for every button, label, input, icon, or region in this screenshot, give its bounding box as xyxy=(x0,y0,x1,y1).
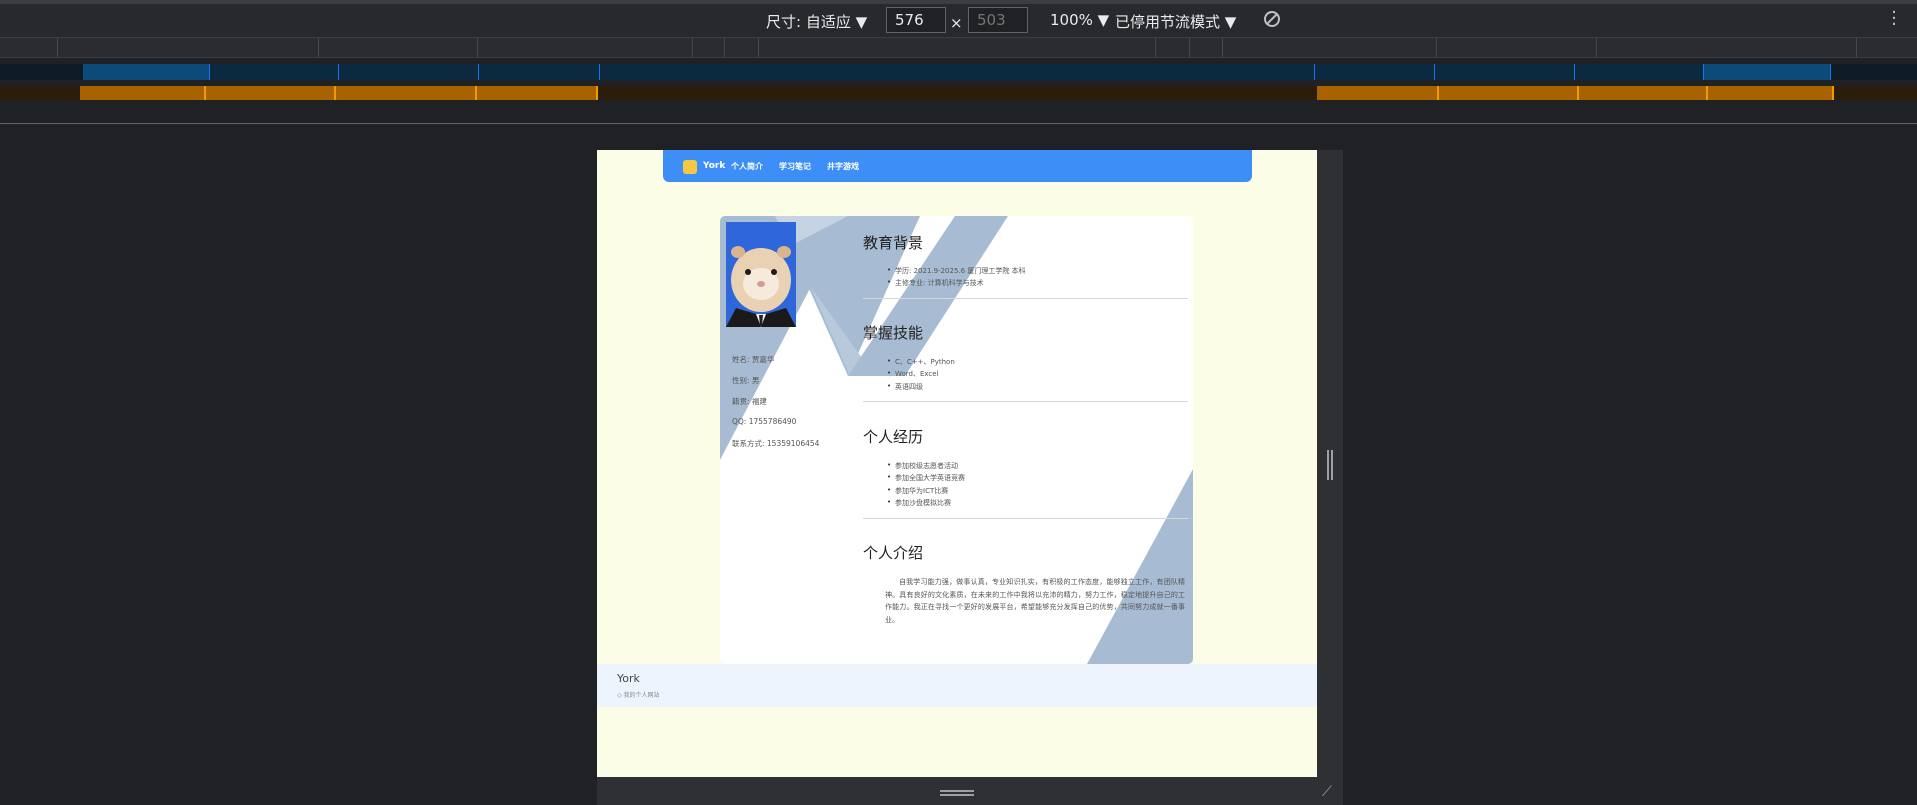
nav-link-profile[interactable]: 个人简介 xyxy=(731,161,763,172)
list-item: 学历: 2021.9-2025.6 厦门理工学院 本科 xyxy=(887,266,1026,276)
site-navbar: York 个人简介 学习笔记 井字游戏 xyxy=(663,150,1252,182)
list-item: 参加全国大学英语竞赛 xyxy=(887,473,965,483)
height-input[interactable] xyxy=(968,7,1028,33)
info-contact: 联系方式: 15359106454 xyxy=(732,439,820,448)
width-input[interactable] xyxy=(886,7,946,33)
list-item: 英语四级 xyxy=(887,382,923,392)
nav-link-notes[interactable]: 学习笔记 xyxy=(779,161,811,172)
divider xyxy=(863,518,1188,519)
resize-corner-icon[interactable]: ⟋ xyxy=(1322,784,1332,800)
nav-brand[interactable]: York xyxy=(703,161,725,171)
device-toolbar: 尺寸: 自适应 ▼ × 100% ▼ 已停用节流模式 ▼ ··· xyxy=(0,0,1917,38)
site-logo-icon[interactable] xyxy=(683,160,697,174)
experience-title: 个人经历 xyxy=(863,428,924,446)
resize-handle-right[interactable] xyxy=(1327,450,1333,480)
info-qq: QQ: 1755786490 xyxy=(732,417,797,426)
education-title: 教育背景 xyxy=(863,234,924,252)
info-gender: 性别: 男 xyxy=(732,376,760,385)
divider xyxy=(863,401,1188,402)
list-item: 参加校级志愿者活动 xyxy=(887,461,958,471)
min-width-query-bar[interactable] xyxy=(0,86,1917,100)
toolbar-top-border xyxy=(0,0,1917,4)
device-viewport: York 个人简介 学习笔记 井字游戏 姓名: 贾嘉华 性别: 男 籍贯: 福建… xyxy=(597,150,1317,777)
info-name: 姓名: 贾嘉华 xyxy=(732,355,775,364)
list-item: Word、Excel xyxy=(887,369,938,379)
resume-card: 姓名: 贾嘉华 性别: 男 籍贯: 福建 QQ: 1755786490 联系方式… xyxy=(720,216,1193,664)
resize-handle-bottom[interactable] xyxy=(940,790,974,796)
toolbar-separator xyxy=(0,123,1917,124)
intro-title: 个人介绍 xyxy=(863,544,924,562)
footer-name: York xyxy=(617,672,640,685)
dimensions-dropdown[interactable]: 尺寸: 自适应 ▼ xyxy=(766,11,867,32)
list-item: 参加华为ICT比赛 xyxy=(887,486,948,496)
profile-photo xyxy=(726,222,796,327)
list-item: 主修专业: 计算机科学与技术 xyxy=(887,278,984,288)
times-sign: × xyxy=(950,14,963,32)
site-footer: York ◇ 我的个人网站 xyxy=(597,664,1317,707)
intro-paragraph: 自我学习能力强，做事认真，专业知识扎实，有积极的工作态度，能够独立工作，有团队精… xyxy=(885,578,1185,624)
divider xyxy=(863,298,1188,299)
max-width-query-bar[interactable] xyxy=(0,64,1917,80)
skills-title: 掌握技能 xyxy=(863,324,924,342)
media-query-ruler xyxy=(0,38,1917,58)
footer-subtitle: ◇ 我的个人网站 xyxy=(617,692,660,699)
info-origin: 籍贯: 福建 xyxy=(732,397,767,406)
more-options-icon[interactable]: · · · xyxy=(1891,4,1897,34)
nav-link-tictactoe[interactable]: 井字游戏 xyxy=(827,161,859,172)
list-item: 参加沙盘模拟比赛 xyxy=(887,498,951,508)
list-item: C、C++、Python xyxy=(887,357,955,367)
throttle-dropdown[interactable]: 已停用节流模式 ▼ xyxy=(1115,11,1236,32)
rotate-icon[interactable] xyxy=(1264,11,1280,27)
zoom-dropdown[interactable]: 100% ▼ xyxy=(1050,11,1109,29)
